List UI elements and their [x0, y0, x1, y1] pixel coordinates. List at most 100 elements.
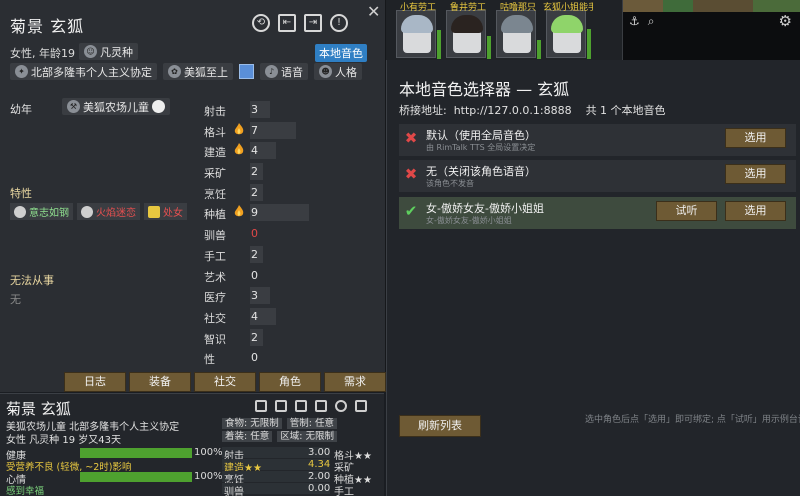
swords-icon[interactable]	[315, 400, 327, 412]
colonist-portrait[interactable]: 咕噜那只	[496, 3, 541, 59]
search-icon[interactable]: ⌕	[648, 14, 655, 29]
voice-option[interactable]: ✖ 默认（使用全局音色） 由 RimTalk TTS 全局设置决定 选用	[399, 124, 796, 156]
inspect-skill-row: 烹饪 2.00 种植★★	[222, 471, 382, 486]
trait-chip[interactable]: 处女	[144, 203, 187, 220]
skill-row[interactable]: 智识 2	[204, 328, 380, 349]
bridge-info: 桥接地址: http://127.0.0.1:8888 共 1 个本地音色	[399, 104, 666, 117]
colonist-portrait[interactable]: 鲁井劳工	[446, 3, 491, 59]
needs-list: 健康 100% 受营养不良 (轻微, ~2时)影响 心情 100% 感到幸福	[4, 447, 223, 496]
apparel-policy[interactable]: 着装: 任意	[222, 431, 273, 442]
skill-value: 9	[251, 206, 258, 220]
voice-option-selected[interactable]: ✔ 女-傲娇女友-傲娇小姐姐 女-傲娇女友-傲娇小姐姐 试听 选用	[399, 197, 796, 229]
need-row[interactable]: 健康 100%	[4, 447, 223, 462]
tab-needs[interactable]: 需求	[324, 372, 386, 392]
skill-row[interactable]: 性0	[204, 348, 380, 369]
need-label: 感到幸福	[6, 486, 45, 496]
skill-row[interactable]: 手工 2	[204, 245, 380, 266]
mood-bar	[587, 29, 591, 59]
trait-chip[interactable]: 意志如钢	[10, 203, 73, 220]
skill-row[interactable]: 医疗 3	[204, 286, 380, 307]
anchor-icon[interactable]: ⚓	[629, 14, 640, 29]
skill-row[interactable]: 种植 9	[204, 203, 380, 224]
local-voice-button[interactable]: 本地音色	[315, 44, 367, 62]
preview-button[interactable]: 试听	[656, 201, 717, 221]
select-button[interactable]: 选用	[725, 164, 786, 184]
skill-value: 2	[251, 165, 258, 179]
pawn-name: 菊景 玄狐	[10, 17, 85, 36]
refresh-list-button[interactable]: 刷新列表	[399, 415, 481, 437]
inspect-skill-label: 驯兽	[224, 487, 244, 496]
food-policy[interactable]: 食物: 无限制	[222, 418, 282, 429]
area-policy[interactable]: 区域: 无限制	[277, 431, 337, 442]
skill-row[interactable]: 格斗 7	[204, 121, 380, 142]
voice-option-subtitle: 该角色不发音	[426, 179, 474, 188]
skill-row[interactable]: 采矿 2	[204, 162, 380, 183]
trait-chip[interactable]: 火焰迷恋	[77, 203, 140, 220]
rename-icon[interactable]: ⟲	[252, 14, 270, 32]
carry-icon[interactable]: ⇤	[278, 14, 296, 32]
tab-character[interactable]: 角色	[259, 372, 321, 392]
colonist-hair	[451, 15, 483, 33]
ideo-chip[interactable]: ✿ 美狐至上	[163, 63, 233, 80]
usage-hint: 选中角色后点「选用」即可绑定; 点「试听」用示例台词实时合成并播放。	[585, 415, 800, 425]
self-icon[interactable]	[275, 400, 287, 412]
tab-log[interactable]: 日志	[64, 372, 126, 392]
voice-option-title: 默认（使用全局音色）	[426, 129, 536, 142]
backstory-label: 美狐农场儿童	[83, 100, 149, 114]
flag-icon[interactable]	[295, 400, 307, 412]
skill-row[interactable]: 艺术 0	[204, 266, 380, 287]
portrait-small-icon[interactable]	[355, 400, 367, 412]
skill-row[interactable]: 驯兽 0	[204, 224, 380, 245]
traits-list: 意志如钢 火焰迷恋 处女	[10, 203, 195, 220]
main-tabs: 日志 装备 社交 角色 需求	[64, 372, 386, 392]
voice-selector-window: 本地音色选择器 — 玄狐 桥接地址: http://127.0.0.1:8888…	[386, 60, 800, 496]
skill-row[interactable]: 建造 4	[204, 141, 380, 162]
backstory-chip[interactable]: ⚒ 美狐农场儿童	[62, 98, 170, 115]
colonist-label: 咕噜那只	[499, 3, 536, 13]
policy-row: 食物: 无限制 管制: 任意	[222, 418, 382, 429]
colonist-portrait[interactable]: 小有劳工	[396, 3, 441, 59]
trait-icon	[14, 205, 26, 218]
xenotype-icon: ☺	[84, 45, 97, 58]
ideo-small-icon[interactable]	[335, 400, 347, 412]
skill-label: 艺术	[204, 270, 226, 284]
need-row[interactable]: 受营养不良 (轻微, ~2时)影响	[4, 459, 219, 473]
pin-icon[interactable]	[255, 400, 267, 412]
drug-policy[interactable]: 管制: 任意	[286, 418, 337, 429]
skill-row[interactable]: 社交 4	[204, 307, 380, 328]
minimap[interactable]: ⚓ ⌕ ⚙	[622, 0, 800, 60]
ideo-icon: ✿	[168, 65, 181, 78]
favorite-color-swatch[interactable]	[239, 64, 254, 79]
voice-option[interactable]: ✖ 无（关闭该角色语音） 该角色不发音 选用	[399, 160, 796, 192]
faction-row: ✦ 北部多隆韦个人主义协定 ✿ 美狐至上 ♪ 语音 ☻ 人格	[10, 63, 362, 80]
incapable-value: 无	[10, 293, 21, 306]
cross-icon: ✖	[404, 165, 418, 183]
gear-icon[interactable]: ⚙	[779, 12, 792, 30]
persona-chip[interactable]: ☻ 人格	[314, 63, 362, 80]
voice-option-subtitle: 由 RimTalk TTS 全局设置决定	[426, 143, 536, 152]
info-icon[interactable]: !	[330, 14, 348, 32]
skill-row[interactable]: 烹饪 2	[204, 183, 380, 204]
skill-row[interactable]: 射击 3	[204, 100, 380, 121]
select-button[interactable]: 选用	[725, 128, 786, 148]
voice-window-title: 本地音色选择器 — 玄狐	[399, 80, 570, 99]
skills-list: 射击 3 格斗 7 建造 4 采矿 2 烹饪 2 种植 9 驯兽 0 手工 2 艺术 0 医疗 3 社交 4 智识 2 性 0	[204, 100, 380, 369]
select-button[interactable]: 选用	[725, 201, 786, 221]
banish-icon[interactable]: ⇥	[304, 14, 322, 32]
minimap-terrain	[693, 0, 753, 12]
skill-value: 3	[251, 289, 258, 303]
tab-gear[interactable]: 装备	[129, 372, 191, 392]
colonist-hair	[551, 15, 583, 33]
colonist-portrait[interactable]: 玄狐小姐能手	[543, 3, 593, 59]
need-row[interactable]: 感到幸福	[4, 483, 219, 496]
inspect-skills: 射击 3.00 格斗★★ 建造★★ 4.34 采矿 烹饪 2.00 种植★★ 驯兽 0.00 手工	[222, 447, 382, 496]
voice-chip-label: 语音	[281, 65, 303, 79]
tab-social[interactable]: 社交	[194, 372, 256, 392]
faction-chip[interactable]: ✦ 北部多隆韦个人主义协定	[10, 63, 157, 80]
xenotype-chip[interactable]: ☺ 凡灵种	[79, 43, 138, 60]
need-row[interactable]: 心情 100%	[4, 471, 223, 486]
voice-chip[interactable]: ♪ 语音	[260, 63, 308, 80]
close-icon[interactable]: ✕	[367, 2, 380, 21]
inspect-pane: 菊景 玄狐 美狐农场儿童 北部多隆韦个人主义协定 女性 凡灵种 19 岁又43天…	[0, 393, 384, 496]
skill-value: 0	[251, 227, 258, 241]
